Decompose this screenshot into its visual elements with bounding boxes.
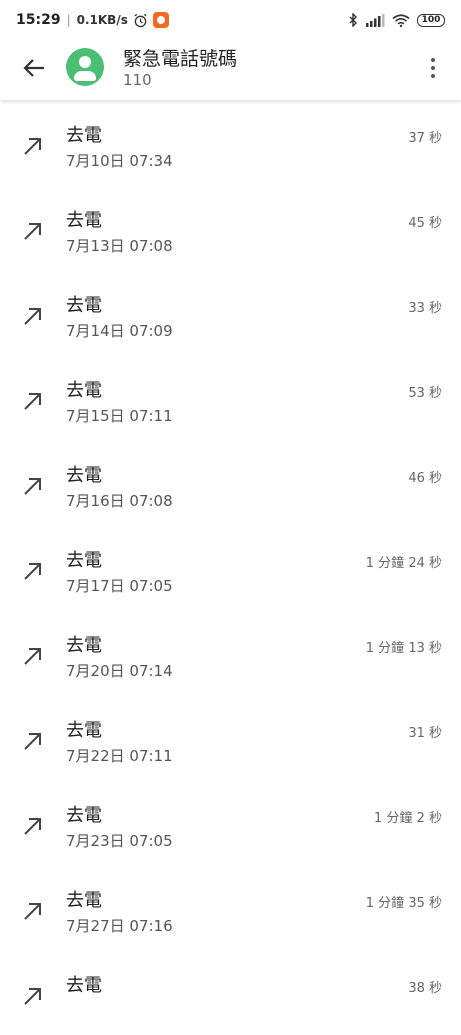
contact-number: 110	[123, 71, 152, 89]
more-vert-dot	[431, 66, 435, 70]
call-type: 去電	[66, 635, 102, 656]
status-separator: |	[66, 13, 71, 27]
battery-icon: 100	[417, 13, 445, 27]
outgoing-call-arrow-icon	[24, 818, 41, 835]
more-options-button[interactable]	[425, 55, 441, 81]
alarm-icon	[134, 13, 147, 27]
outgoing-call-arrow-icon	[24, 308, 41, 325]
call-duration: 45 秒	[408, 216, 442, 231]
back-button[interactable]	[19, 53, 49, 83]
avatar-person-icon	[79, 56, 91, 68]
call-log-row[interactable]: 去電 7月14日 07:09 33 秒	[0, 270, 461, 355]
call-datetime: 7月22日 07:11	[66, 747, 173, 765]
call-type: 去電	[66, 295, 102, 316]
outgoing-call-arrow-icon	[24, 988, 41, 1005]
call-datetime: 7月15日 07:11	[66, 407, 173, 425]
arrow-left-icon	[23, 59, 44, 77]
call-log-row[interactable]: 去電 7月27日 07:16 1 分鐘 35 秒	[0, 865, 461, 950]
call-type: 去電	[66, 550, 102, 571]
call-log-row[interactable]: 去電 7月22日 07:11 31 秒	[0, 695, 461, 780]
outgoing-call-arrow-icon	[24, 733, 41, 750]
call-duration: 46 秒	[408, 471, 442, 486]
call-duration: 53 秒	[408, 386, 442, 401]
outgoing-call-arrow-icon	[24, 223, 41, 240]
call-datetime: 7月10日 07:34	[66, 152, 173, 170]
call-log-row[interactable]: 去電 7月15日 07:11 53 秒	[0, 355, 461, 440]
call-duration: 38 秒	[408, 981, 442, 996]
call-log-row[interactable]: 去電 7月13日 07:08 45 秒	[0, 185, 461, 270]
call-duration: 37 秒	[408, 131, 442, 146]
call-log-row[interactable]: 去電 7月16日 07:08 46 秒	[0, 440, 461, 525]
outgoing-call-arrow-icon	[24, 903, 41, 920]
status-bar: 15:29 | 0.1KB/s 100	[0, 0, 461, 40]
avatar[interactable]	[66, 48, 104, 86]
outgoing-call-arrow-icon	[24, 478, 41, 495]
status-time: 15:29	[16, 12, 61, 28]
call-duration: 33 秒	[408, 301, 442, 316]
call-datetime: 7月16日 07:08	[66, 492, 173, 510]
call-type: 去電	[66, 975, 102, 996]
call-duration: 31 秒	[408, 726, 442, 741]
outgoing-call-arrow-icon	[24, 648, 41, 665]
status-left: 15:29 | 0.1KB/s	[16, 12, 169, 28]
call-datetime: 7月20日 07:14	[66, 662, 173, 680]
call-datetime: 7月17日 07:05	[66, 577, 173, 595]
call-type: 去電	[66, 125, 102, 146]
more-vert-dot	[431, 74, 435, 78]
outgoing-call-arrow-icon	[24, 563, 41, 580]
call-datetime: 7月14日 07:09	[66, 322, 173, 340]
call-datetime: 7月23日 07:05	[66, 832, 173, 850]
call-type: 去電	[66, 720, 102, 741]
call-datetime: 7月27日 07:16	[66, 917, 173, 935]
network-speed: 0.1KB/s	[76, 13, 128, 27]
avatar-person-body	[74, 71, 96, 81]
call-datetime: 7月13日 07:08	[66, 237, 173, 255]
call-type: 去電	[66, 805, 102, 826]
bluetooth-icon	[349, 13, 357, 27]
outgoing-call-arrow-icon	[24, 393, 41, 410]
call-duration: 1 分鐘 2 秒	[374, 811, 442, 826]
call-duration: 1 分鐘 24 秒	[365, 556, 442, 571]
call-type: 去電	[66, 465, 102, 486]
call-type: 去電	[66, 890, 102, 911]
status-right: 100	[348, 13, 445, 27]
call-history-list: 去電 7月10日 07:34 37 秒 去電 7月13日 07:08 45 秒 …	[0, 100, 461, 1035]
app-notification-icon	[152, 12, 169, 28]
contact-name: 緊急電話號碼	[123, 48, 238, 70]
outgoing-call-arrow-icon	[24, 138, 41, 155]
call-log-row[interactable]: 去電 7月23日 07:05 1 分鐘 2 秒	[0, 780, 461, 865]
signal-icon	[366, 13, 385, 27]
call-type: 去電	[66, 210, 102, 231]
app-bar: 緊急電話號碼 110	[0, 40, 461, 100]
call-log-row[interactable]: 去電 7月10日 07:34 37 秒	[0, 100, 461, 185]
wifi-icon	[392, 13, 410, 27]
battery-level: 100	[421, 15, 441, 25]
call-type: 去電	[66, 380, 102, 401]
call-duration: 1 分鐘 13 秒	[365, 641, 442, 656]
more-vert-icon	[431, 58, 435, 62]
call-log-row[interactable]: 去電 7月20日 07:14 1 分鐘 13 秒	[0, 610, 461, 695]
call-log-row[interactable]: 去電 38 秒	[0, 950, 461, 1035]
call-duration: 1 分鐘 35 秒	[365, 896, 442, 911]
call-log-row[interactable]: 去電 7月17日 07:05 1 分鐘 24 秒	[0, 525, 461, 610]
